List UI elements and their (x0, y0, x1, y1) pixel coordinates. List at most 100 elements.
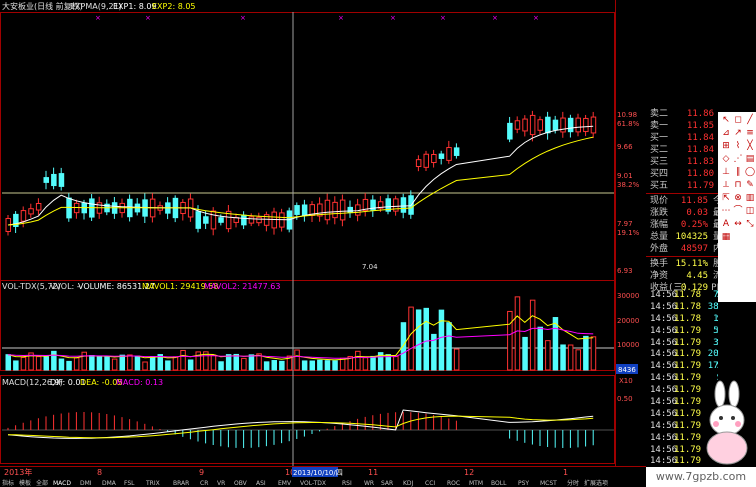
candle-body (324, 199, 331, 221)
tab-7[interactable]: TRIX (145, 480, 160, 487)
tab-3[interactable]: MACD (53, 480, 71, 487)
tab-1[interactable]: 模板 (19, 479, 31, 487)
draw-tool-icon[interactable]: ⟂ (720, 179, 732, 191)
stat-label: 涨幅 (650, 220, 669, 230)
draw-tool-icon[interactable]: ⊞ (720, 140, 732, 152)
bid-price: 11.80 (686, 169, 714, 179)
draw-tool-icon[interactable]: ▥ (744, 192, 756, 204)
volume-bar (522, 336, 528, 371)
tick-qty: 173 (707, 361, 718, 372)
volume-bar (590, 336, 597, 371)
candle-body (210, 210, 217, 230)
draw-tool-icon[interactable]: ╱ (744, 114, 756, 126)
tab-15[interactable]: RSI (342, 480, 352, 487)
tab-26[interactable]: 扩展选项 (584, 479, 608, 487)
volume-bar (339, 357, 346, 371)
tab-24[interactable]: MCST (540, 480, 557, 487)
volume-bar (294, 349, 300, 371)
tab-6[interactable]: FSL (124, 480, 135, 487)
candle-body (294, 205, 300, 215)
mavol1-line (7, 315, 594, 361)
candle-body (203, 216, 209, 224)
candle-body (241, 214, 247, 226)
chart-canvas[interactable]: × × × × × × × × 大安板业(日线 前复权) EXPMA(9,21) EXP1: … (0, 0, 646, 487)
draw-tool-icon[interactable]: ⊿ (720, 127, 732, 139)
tick-row: 14:5611.7873S (646, 290, 718, 302)
tab-16[interactable]: WR (364, 480, 374, 487)
volume-bar (279, 360, 285, 371)
tab-18[interactable]: KDJ (403, 480, 414, 487)
tick-qty: 73 (713, 290, 718, 300)
draw-tool-icon[interactable]: ⊗ (732, 192, 744, 204)
stat-value: 48597 (680, 244, 708, 254)
tab-25[interactable]: 分时 (567, 479, 579, 487)
draw-tool-icon[interactable]: ▤ (744, 153, 756, 165)
cursor-date: 2013/10/10/四 (293, 469, 343, 477)
bid-price: 11.83 (686, 157, 714, 167)
draw-tool-icon[interactable]: ⊓ (732, 179, 744, 191)
volume-bar (165, 360, 171, 371)
draw-tool-icon[interactable]: ◯ (744, 166, 756, 178)
draw-tool-icon[interactable]: ⋰ (732, 153, 744, 165)
stat-value: 104325 (675, 232, 708, 242)
tab-10[interactable]: VR (217, 480, 225, 487)
price-axis-label-7: 6.93 (617, 267, 633, 275)
draw-tool-icon[interactable]: ◇ (720, 153, 732, 165)
volume-bar (81, 351, 87, 371)
tick-side: S (717, 349, 718, 361)
price-axis-label-0: 10.98 (617, 111, 637, 119)
tab-12[interactable]: ASI (256, 480, 266, 487)
tab-22[interactable]: BOLL (491, 480, 507, 487)
tab-19[interactable]: CCI (425, 480, 435, 487)
draw-tool-icon[interactable]: ⌒ (732, 205, 744, 217)
bid-price: 11.84 (686, 145, 714, 155)
draw-tool-icon[interactable]: ≡ (744, 127, 756, 139)
date-axis-month-12: 12 (464, 468, 474, 477)
tab-23[interactable]: PSY (518, 480, 529, 487)
draw-tool-icon[interactable]: ╳ (744, 140, 756, 152)
tab-5[interactable]: DMA (102, 480, 117, 487)
stat-label: 外盘 (650, 244, 669, 254)
draw-tool-icon[interactable]: ◫ (744, 205, 756, 217)
quote-divider (646, 256, 718, 257)
date-axis-year: 2013年 (4, 467, 32, 477)
draw-tool-icon[interactable]: ⌇ (732, 140, 744, 152)
tab-0[interactable]: 指标 (2, 479, 14, 487)
event-marker: × (440, 14, 446, 22)
candle-body (545, 116, 551, 134)
tab-2[interactable]: 全部 (36, 479, 48, 487)
draw-tool-icon[interactable]: ↖ (720, 114, 732, 126)
draw-tool-icon[interactable]: ◻ (732, 114, 744, 126)
draw-tool-icon[interactable]: ✎ (744, 179, 756, 191)
tab-17[interactable]: SAR (381, 480, 393, 487)
candle-body (431, 154, 437, 164)
draw-tool-icon[interactable]: ↗ (732, 127, 744, 139)
draw-tool-icon[interactable]: ∥ (732, 166, 744, 178)
draw-tool-icon[interactable]: ⤡ (744, 218, 756, 230)
volume-bar (332, 360, 338, 371)
volume-bar (248, 354, 255, 371)
tab-20[interactable]: ROC (447, 480, 460, 487)
tab-9[interactable]: CR (200, 480, 208, 487)
volume-bar (119, 354, 125, 371)
candle-body (537, 119, 543, 131)
draw-tool-icon[interactable]: ↔ (732, 218, 744, 230)
candle-body (43, 177, 49, 183)
draw-tool-icon[interactable]: A (720, 218, 732, 230)
tab-11[interactable]: OBV (234, 480, 248, 487)
bid-row: 买五 11.79 (646, 180, 718, 192)
quote-panel: 卖二 11.86 卖一 11.85 买一 11.84 买二 11.84 买三 1… (646, 108, 722, 294)
tab-21[interactable]: MTM (469, 480, 483, 487)
candle-body (51, 173, 57, 187)
tab-4[interactable]: DMI (80, 480, 92, 487)
bid-row: 买四 11.80 (646, 168, 718, 180)
volume-bar (537, 326, 543, 371)
vol-axis-label-0: 30000 (617, 292, 639, 300)
tab-14[interactable]: VOL-TDX (300, 480, 326, 487)
draw-tool-icon[interactable]: ⇱ (720, 192, 732, 204)
draw-tool-icon[interactable]: ▦ (720, 231, 732, 243)
draw-tool-icon[interactable]: ⋯ (720, 205, 732, 217)
draw-tool-icon[interactable]: ⊥ (720, 166, 732, 178)
tab-13[interactable]: EMV (278, 480, 292, 487)
tab-8[interactable]: BRAR (173, 480, 189, 487)
